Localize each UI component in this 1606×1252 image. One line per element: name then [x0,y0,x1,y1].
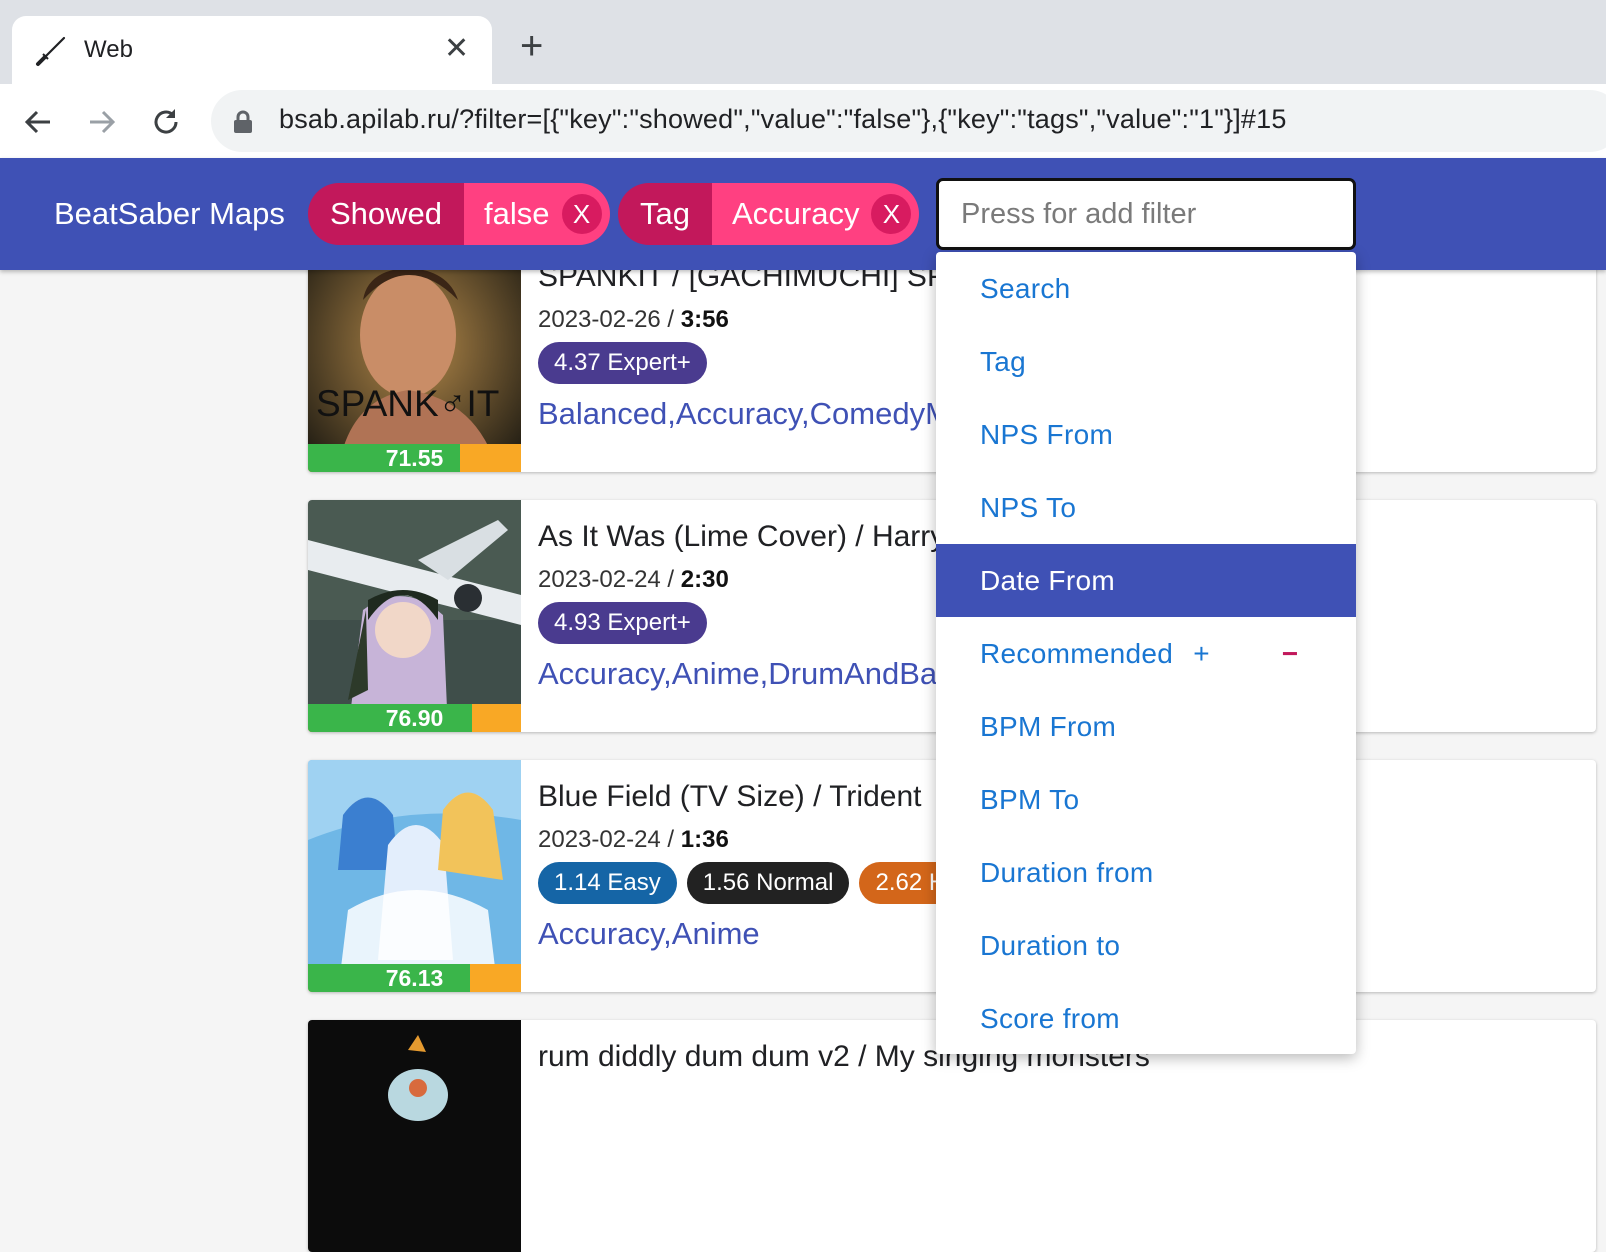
difficulty-badges: 4.37 Expert+ [538,342,707,384]
tab-title: Web [84,36,133,63]
back-arrow-icon[interactable] [16,100,60,144]
option-label: BPM From [980,710,1117,742]
lock-icon [234,110,252,133]
map-title[interactable]: Blue Field (TV Size) / Trident [538,780,921,814]
new-tab-icon[interactable]: + [520,26,543,66]
map-duration: 1:36 [680,826,729,853]
map-tags[interactable]: Accuracy,Anime,DrumAndBass [538,656,968,692]
map-meta: 2023-02-26 / 3:56 [538,306,729,333]
filter-chip-value-text: Accuracy [731,196,860,231]
option-label: Duration to [980,929,1121,961]
filter-option-tag[interactable]: Tag [936,325,1356,398]
recommended-minus-button[interactable]: − [1282,638,1299,670]
filter-option-nps-from[interactable]: NPS From [936,398,1356,471]
filter-option-score-from[interactable]: Score from [936,982,1356,1054]
filter-option-recommended[interactable]: Recommended + − [936,617,1356,690]
map-date: 2023-02-24 [538,566,661,593]
filter-option-nps-to[interactable]: NPS To [936,471,1356,544]
remove-filter-button[interactable]: X [561,194,602,234]
option-label: NPS To [980,491,1077,523]
option-label: Duration from [980,856,1154,888]
difficulty-badges: 4.93 Expert+ [538,602,707,644]
score-value: 71.55 [385,445,444,471]
saber-icon [36,36,66,66]
difficulty-badge: 4.37 Expert+ [538,342,707,384]
difficulty-badge: 1.14 Easy [538,862,677,904]
map-duration: 2:30 [680,566,729,593]
browser-tab[interactable]: Web ✕ [12,16,492,84]
map-meta: 2023-02-24 / 2:30 [538,566,729,593]
difficulty-badge: 4.93 Expert+ [538,602,707,644]
score-bar: 76.13 [308,964,521,992]
add-filter-input[interactable] [936,178,1356,250]
filter-option-date-from[interactable]: Date From [936,544,1356,617]
browser-toolbar: bsab.apilab.ru/?filter=[{"key":"showed",… [0,84,1606,158]
forward-arrow-icon[interactable] [80,100,124,144]
filter-dropdown: Search Tag NPS From NPS To Date From Rec… [936,252,1356,1054]
filter-chip-showed[interactable]: Showed false X [308,183,610,245]
score-value: 76.90 [385,705,444,731]
option-label: Date From [980,564,1115,596]
filter-option-bpm-to[interactable]: BPM To [936,763,1356,836]
browser-tabstrip: Web ✕ + [0,0,1606,84]
map-cover: 76.13 [308,760,521,992]
map-duration: 3:56 [680,306,729,333]
map-cover: 76.90 [308,500,521,732]
filter-option-search[interactable]: Search [936,252,1356,325]
filter-chip-tag[interactable]: Tag Accuracy X [618,183,920,245]
app-title: BeatSaber Maps [54,196,285,231]
map-card[interactable]: rum diddly dum dum v2 / My singing monst… [308,1020,1596,1252]
option-label: Tag [980,345,1027,377]
filter-option-duration-to[interactable]: Duration to [936,909,1356,982]
filter-option-bpm-from[interactable]: BPM From [936,690,1356,763]
url-text: bsab.apilab.ru/?filter=[{"key":"showed",… [279,104,1287,134]
map-tags[interactable]: Accuracy,Anime [538,916,760,952]
map-cover [308,1020,521,1252]
map-date: 2023-02-26 [538,306,661,333]
option-label: NPS From [980,418,1114,450]
close-tab-icon[interactable]: ✕ [444,31,469,66]
option-label: Score from [980,1002,1120,1034]
difficulty-badge: 1.56 Normal [686,862,850,904]
svg-text:SPANK♂IT: SPANK♂IT [316,383,499,424]
map-meta: 2023-02-24 / 1:36 [538,826,729,853]
option-label: Search [980,272,1071,304]
option-label: BPM To [980,783,1080,815]
map-cover: SPANK♂IT 71.55 [308,240,521,472]
address-bar[interactable]: bsab.apilab.ru/?filter=[{"key":"showed",… [211,90,1606,152]
score-bar: 76.90 [308,704,521,732]
filter-chip-key: Showed [308,183,465,245]
reload-icon[interactable] [144,100,188,144]
map-date: 2023-02-24 [538,826,661,853]
filter-chip-key: Tag [618,183,712,245]
filter-chip-value: false X [464,183,610,245]
difficulty-badges: 1.14 Easy 1.56 Normal 2.62 Hard [538,862,997,904]
option-label: Recommended [980,637,1174,669]
app-header: BeatSaber Maps Showed false X Tag Accura… [0,158,1606,270]
filter-chip-value-text: false [484,196,550,231]
filter-option-duration-from[interactable]: Duration from [936,836,1356,909]
filter-chip-value: Accuracy X [711,183,920,245]
recommended-plus-button[interactable]: + [1193,638,1210,670]
score-value: 76.13 [385,965,444,991]
remove-filter-button[interactable]: X [871,194,912,234]
score-bar: 71.55 [308,444,521,472]
